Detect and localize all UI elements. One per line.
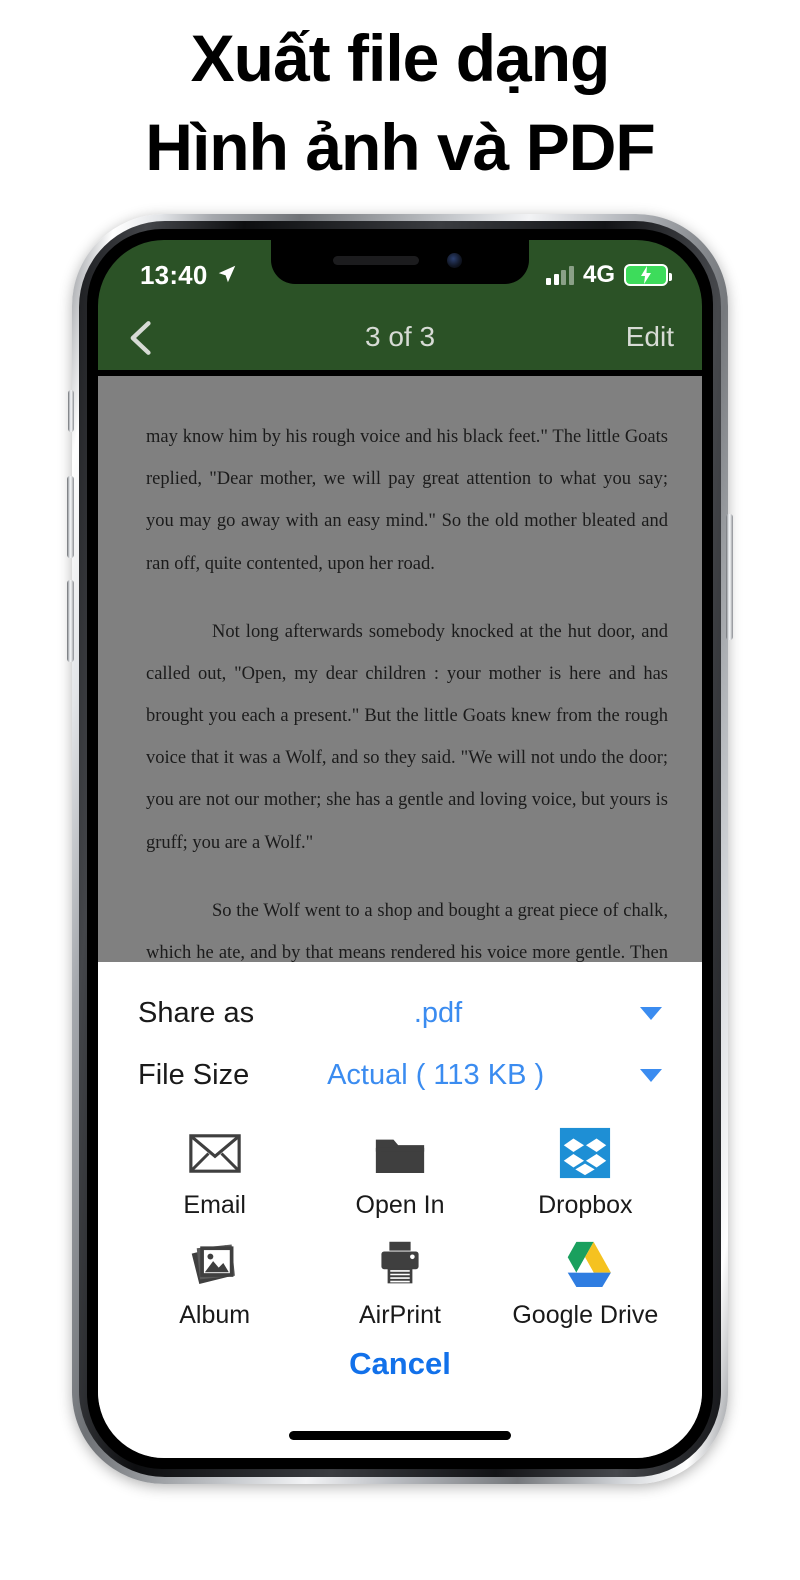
share-target-email[interactable]: Email — [122, 1124, 307, 1220]
chevron-down-icon[interactable] — [640, 1006, 662, 1020]
document-paragraph: Not long afterwards somebody knocked at … — [146, 621, 668, 853]
charging-bolt-icon — [641, 266, 651, 284]
file-size-value[interactable]: Actual ( 113 KB ) — [249, 1059, 640, 1092]
share-as-label: Share as — [138, 996, 255, 1029]
home-indicator[interactable] — [289, 1431, 511, 1440]
page-title-line-1: Xuất file dạng — [190, 21, 611, 95]
cancel-row: Cancel — [98, 1346, 702, 1382]
printer-icon — [371, 1234, 429, 1292]
google-drive-icon — [556, 1234, 614, 1292]
share-target-open-in[interactable]: Open In — [307, 1124, 492, 1220]
share-target-dropbox[interactable]: Dropbox — [493, 1124, 678, 1220]
edit-button[interactable]: Edit — [626, 321, 674, 353]
network-label: 4G — [582, 261, 615, 288]
share-target-grid: Email Open In Dropbox Album AirPrint Goo… — [98, 1124, 702, 1330]
page-title: Xuất file dạng Hình ảnh và PDF — [0, 0, 800, 192]
page-counter: 3 of 3 — [364, 321, 436, 352]
mute-switch-button[interactable] — [68, 390, 74, 432]
share-target-label: Dropbox — [538, 1191, 633, 1219]
phone-mockup: 13:40 4G 3 of 3 Edit may know him by his… — [67, 214, 733, 1484]
notch — [271, 240, 529, 284]
dropbox-icon — [556, 1124, 614, 1182]
share-target-label: Open In — [355, 1191, 445, 1219]
share-as-row[interactable]: Share as .pdf — [138, 982, 662, 1044]
page-title-line-2: Hình ảnh và PDF — [145, 110, 655, 185]
phone-bezel: 13:40 4G 3 of 3 Edit may know him by his… — [87, 229, 713, 1469]
earpiece-speaker-icon — [333, 256, 419, 265]
volume-up-button[interactable] — [67, 476, 74, 558]
envelope-icon — [186, 1124, 244, 1182]
share-target-label: Google Drive — [512, 1301, 659, 1329]
share-target-album[interactable]: Album — [122, 1234, 307, 1330]
power-button[interactable] — [726, 514, 733, 640]
status-time: 13:40 — [140, 260, 208, 290]
battery-charging-icon — [624, 264, 672, 286]
share-target-google-drive[interactable]: Google Drive — [493, 1234, 678, 1330]
front-camera-icon — [447, 253, 462, 268]
share-sheet: Share as .pdf File Size Actual ( 113 KB … — [98, 962, 702, 1458]
cancel-button[interactable]: Cancel — [349, 1346, 451, 1382]
nav-bar: 3 of 3 Edit — [98, 306, 702, 370]
status-indicators: 4G — [546, 261, 672, 289]
file-size-label: File Size — [138, 1058, 250, 1091]
document-paragraph: may know him by his rough voice and his … — [146, 427, 668, 574]
photo-stack-icon — [186, 1234, 244, 1292]
share-target-label: Email — [183, 1191, 246, 1219]
signal-bars-icon — [546, 265, 574, 285]
file-size-row[interactable]: File Size Actual ( 113 KB ) — [138, 1044, 662, 1106]
share-target-label: Album — [179, 1301, 251, 1329]
phone-screen: 13:40 4G 3 of 3 Edit may know him by his… — [98, 240, 702, 1458]
share-as-value[interactable]: .pdf — [254, 997, 640, 1030]
chevron-down-icon[interactable] — [640, 1068, 662, 1082]
share-target-label: AirPrint — [359, 1301, 441, 1329]
folder-icon — [371, 1124, 429, 1182]
volume-down-button[interactable] — [67, 580, 74, 662]
location-arrow-icon — [218, 265, 236, 283]
share-target-airprint[interactable]: AirPrint — [307, 1234, 492, 1330]
